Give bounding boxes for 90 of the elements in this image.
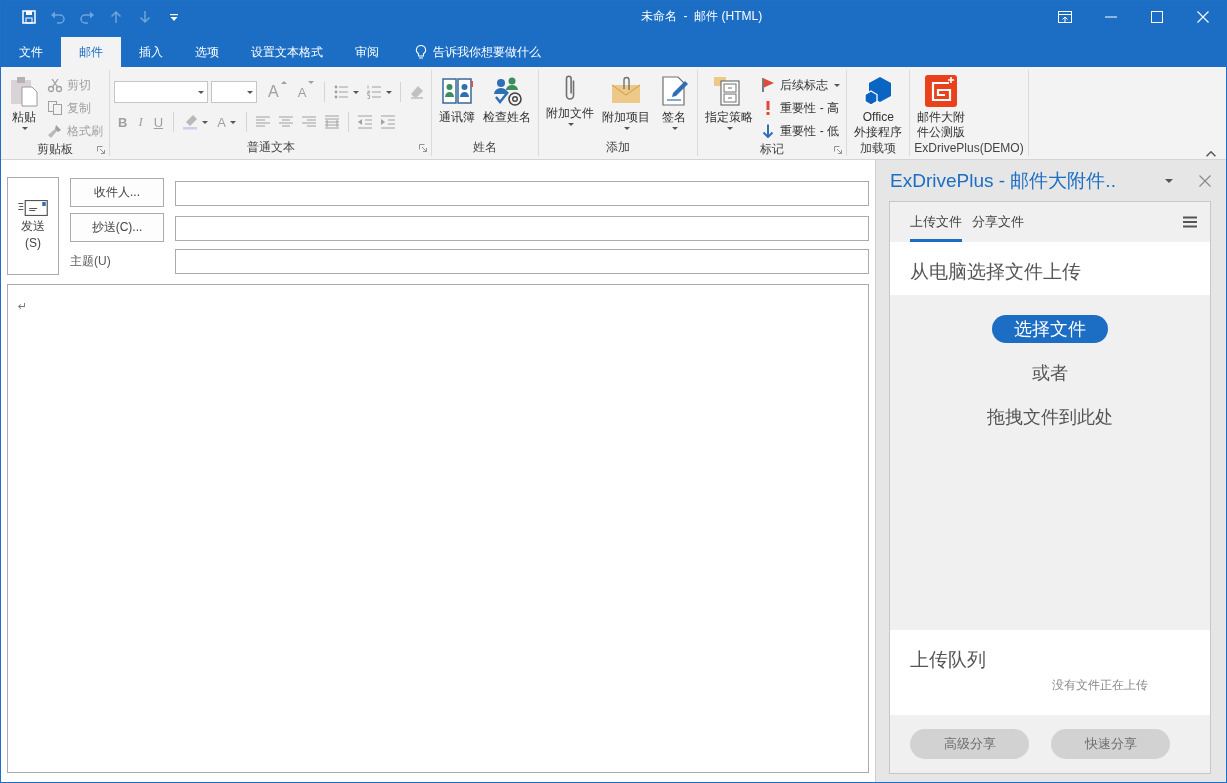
subject-label: 主题(U) [70, 253, 112, 271]
section-heading: 从电脑选择文件上传 [909, 260, 1082, 284]
send-button[interactable]: 发送 (S) [7, 177, 59, 275]
caret-icon [280, 81, 287, 84]
close-icon[interactable] [1199, 174, 1211, 187]
ribbon-tab[interactable]: 审阅 [341, 37, 393, 67]
justify-icon [323, 114, 340, 130]
group-label: 普通文本 [246, 138, 295, 156]
dialog-launcher-icon[interactable] [419, 144, 428, 152]
pane-title: ExDrivePlus - 邮件大附件.. [889, 168, 1117, 193]
ribbon-button[interactable]: 粘贴 [5, 73, 43, 130]
to-field[interactable] [175, 180, 869, 206]
align-left-icon [254, 114, 271, 130]
lightbulb-icon [413, 44, 429, 60]
caret-icon [727, 127, 734, 130]
ribbon-display-options-icon[interactable] [1057, 8, 1073, 25]
send-envelope-icon [18, 200, 48, 216]
ribbon-button[interactable]: 重要性 - 高 [758, 98, 843, 118]
save-icon[interactable] [21, 8, 37, 25]
paperclip-icon [565, 75, 576, 103]
subject-field[interactable] [175, 249, 869, 275]
window-title: 未命名 - 邮件 (HTML) [639, 8, 764, 25]
collapse-ribbon-icon[interactable] [1206, 151, 1216, 157]
group-label: 剪贴板 [37, 141, 73, 158]
caret-icon [386, 90, 393, 94]
pane-tab[interactable]: 分享文件 [972, 202, 1024, 242]
caret-icon [672, 127, 679, 130]
cc-field[interactable] [175, 216, 869, 241]
decrease-indent-icon [356, 114, 373, 130]
ribbon-tab[interactable]: 设置文本格式 [237, 37, 337, 67]
exclamation-icon [766, 101, 771, 115]
group-label: ExDrivePlus(DEMO) [914, 141, 1024, 155]
ribbon-tab[interactable]: 邮件 [61, 37, 121, 67]
ribbon-tab[interactable]: 选项 [181, 37, 233, 67]
ribbon-tab[interactable]: 插入 [125, 37, 177, 67]
minimize-icon[interactable] [1105, 15, 1117, 18]
caret-icon [22, 127, 28, 130]
menu-icon[interactable] [1182, 216, 1198, 228]
group-label: 加载项 [860, 140, 897, 157]
scissors-icon [47, 77, 63, 93]
ribbon-button[interactable]: 附加项目 [599, 73, 654, 130]
ribbon-button[interactable]: 检查姓名 [480, 73, 535, 125]
ribbon-button[interactable]: 指定策略 [702, 73, 757, 130]
ribbon-button[interactable]: 邮件大附件公测版 [914, 73, 969, 140]
eraser-icon [409, 84, 426, 100]
numbered-list-icon [366, 84, 383, 100]
drop-hint: 拖拽文件到此处 [987, 406, 1113, 429]
cc-button[interactable]: 抄送(C)... [70, 213, 164, 243]
caret-icon [202, 120, 209, 124]
caret-icon [624, 127, 631, 130]
increase-indent-icon [379, 114, 396, 130]
paragraph-mark: ↵ [18, 300, 28, 312]
caret-icon[interactable] [1165, 178, 1173, 183]
caret-icon [308, 81, 315, 84]
ribbon-button[interactable]: 通讯簿 [436, 73, 479, 125]
group-label: 姓名 [473, 138, 498, 156]
people-check-icon [491, 75, 524, 107]
tell-me-search[interactable]: 告诉我你想要做什么 [407, 37, 547, 67]
group-label: 标记 [760, 141, 785, 158]
section-heading: 上传队列 [909, 648, 987, 672]
ribbon-tab[interactable]: 文件 [5, 37, 57, 67]
dialog-launcher-icon[interactable] [834, 146, 843, 154]
ribbon-button[interactable]: Office 外接程序 [851, 73, 906, 140]
maximize-icon[interactable] [1151, 10, 1163, 23]
ribbon-button[interactable]: 附加文件 [543, 73, 598, 126]
align-right-icon [300, 114, 317, 130]
ribbon-button[interactable]: 签名 [655, 73, 694, 130]
empty-queue-text: 没有文件正在上传 [1051, 677, 1149, 694]
or-text: 或者 [1032, 362, 1068, 385]
caret-icon [568, 123, 575, 126]
caret-icon [198, 90, 204, 94]
caret-icon [353, 90, 360, 94]
align-center-icon [277, 114, 294, 130]
clipboard-icon [8, 75, 40, 107]
address-book-icon [441, 75, 474, 107]
to-button[interactable]: 收件人... [70, 178, 164, 207]
copy-icon [47, 100, 63, 116]
choose-file-button[interactable]: 选择文件 [992, 315, 1108, 343]
caret-icon [247, 90, 253, 94]
paintbrush-icon [47, 123, 63, 139]
dialog-launcher-icon[interactable] [97, 146, 105, 154]
caret-icon [834, 83, 841, 87]
ribbon-button[interactable]: 重要性 - 低 [758, 121, 843, 141]
group-label: 添加 [606, 138, 631, 156]
bulleted-list-icon [333, 84, 350, 100]
down-arrow-icon [762, 124, 775, 138]
message-body-field[interactable]: ↵ [7, 284, 869, 773]
highlighter-icon [182, 114, 199, 130]
ribbon-button[interactable]: 后续标志 [758, 75, 843, 95]
caret-icon [229, 120, 236, 124]
